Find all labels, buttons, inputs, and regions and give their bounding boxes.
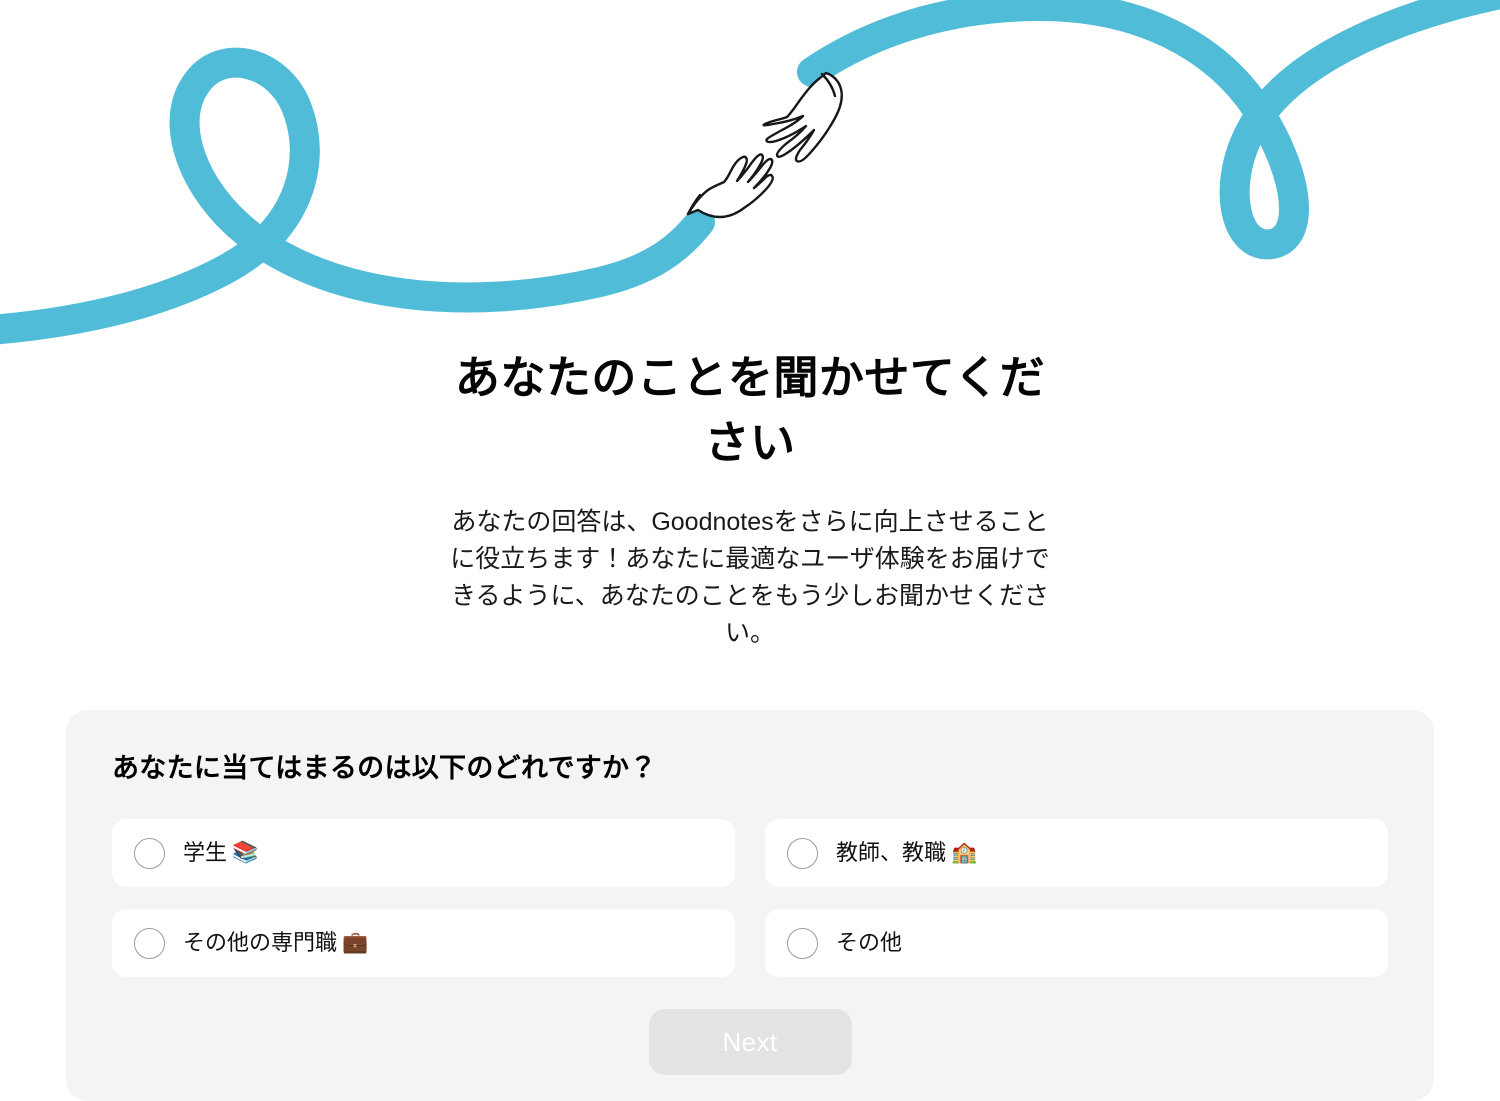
ribbon-hands-svg bbox=[0, 0, 1500, 345]
option-student[interactable]: 学生 📚 bbox=[112, 819, 735, 887]
intro-block: あなたのことを聞かせてください あなたの回答は、Goodnotesをさらに向上さ… bbox=[0, 345, 1500, 652]
ribbon-right-path bbox=[797, 0, 1500, 260]
option-label: 学生 bbox=[183, 840, 228, 865]
question-card: あなたに当てはまるのは以下のどれですか？ 学生 📚 教師、教職 🏫 その他の専門… bbox=[66, 710, 1434, 1101]
page-subtitle: あなたの回答は、Goodnotesをさらに向上させることに役立ちます！あなたに最… bbox=[450, 507, 1050, 647]
hero-illustration bbox=[0, 0, 1500, 345]
option-label: 教師、教職 bbox=[836, 840, 947, 865]
radio-icon[interactable] bbox=[787, 927, 818, 959]
left-hand-icon bbox=[686, 153, 774, 219]
right-hand-icon bbox=[762, 71, 843, 163]
page-title: あなたのことを聞かせてください bbox=[454, 352, 1046, 469]
radio-icon[interactable] bbox=[787, 837, 818, 869]
radio-icon[interactable] bbox=[134, 837, 165, 869]
briefcase-icon: 💼 bbox=[342, 931, 369, 954]
option-teacher[interactable]: 教師、教職 🏫 bbox=[765, 819, 1388, 887]
option-other-professional[interactable]: その他の専門職 💼 bbox=[112, 909, 735, 977]
next-row: Next bbox=[112, 1009, 1388, 1075]
option-label: その他の専門職 bbox=[183, 930, 338, 955]
question-title: あなたに当てはまるのは以下のどれですか？ bbox=[112, 753, 657, 783]
school-icon: 🏫 bbox=[951, 841, 978, 864]
next-button[interactable]: Next bbox=[648, 1009, 852, 1075]
books-icon: 📚 bbox=[232, 841, 259, 864]
options-grid: 学生 📚 教師、教職 🏫 その他の専門職 💼 その他 bbox=[112, 819, 1388, 977]
option-label: その他 bbox=[836, 930, 903, 955]
radio-icon[interactable] bbox=[134, 927, 165, 959]
ribbon-left-path bbox=[0, 47, 715, 345]
option-other[interactable]: その他 bbox=[765, 909, 1388, 977]
